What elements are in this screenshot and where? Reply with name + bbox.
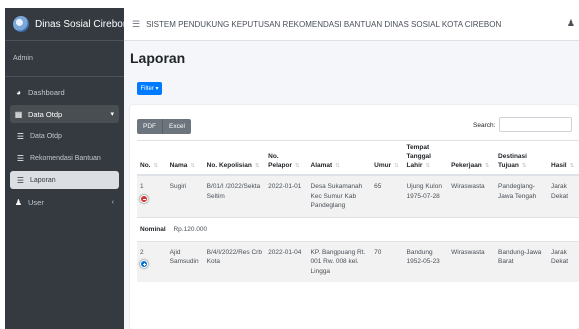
cell-pekerjaan: Wiraswasta [448, 174, 496, 218]
column-header-pekerjaan[interactable]: Pekerjaan ⇅ [448, 140, 496, 177]
cell-nama: Ajid Samsudin [166, 240, 204, 283]
sidebar: Dinas Sosial Cirebon Admin ◕ Dashboard ▦… [5, 8, 128, 329]
column-header-umur[interactable]: Umur ⇅ [371, 140, 404, 177]
cell-no: 2 [137, 240, 167, 283]
sort-icon: ⇅ [254, 162, 260, 169]
cell-umur: 70 [371, 240, 404, 283]
navbar-title: SISTEM PENDUKUNG KEPUTUSAN REKOMENDASI B… [146, 19, 502, 29]
sidebar-subitem-label: Rekomendasi Bantuan [30, 154, 101, 162]
table-header-row: No. ⇅ Nama ⇅ No. Kepolisian ⇅ No. Pelapor ⇅ … [137, 140, 579, 177]
cell-tujuan: Pandeglang-Jawa Tengah [495, 174, 549, 218]
sidebar-item-user[interactable]: ♟ User ‹ [10, 193, 119, 211]
top-strip [0, 0, 579, 8]
column-header-alamat[interactable]: Alamat ⇅ [307, 140, 372, 177]
sidebar-subitem-label: Data Otdp [30, 132, 62, 140]
page-title: Laporan [130, 50, 186, 66]
sidebar-submenu: ☰ Data Otdp ☰ Rekomendasi Bantuan ☰ Lapo… [10, 127, 119, 189]
sidebar-nav: ◕ Dashboard ▦ Data Otdp ▾ ☰ Data Otdp ☰ … [5, 77, 124, 221]
sidebar-item-data-otdp[interactable]: ▦ Data Otdp ▾ [10, 105, 119, 123]
export-button-group: PDF Excel [137, 119, 191, 134]
column-header-ttl[interactable]: Tempat Tanggal Lahir ⇅ [403, 140, 449, 177]
sort-icon: ⇅ [569, 162, 575, 169]
cell-tujuan: Bandung-Jawa Barat [495, 240, 549, 283]
search-label: Search: [473, 122, 496, 129]
column-header-no[interactable]: No. ⇅ [137, 140, 167, 177]
child-row: Nominal Rp.120.000 [137, 216, 579, 242]
top-navbar: ☰ SISTEM PENDUKUNG KEPUTUSAN REKOMENDASI… [124, 8, 579, 41]
chevron-down-icon: ▾ [110, 111, 114, 118]
column-header-tujuan[interactable]: Destinasi Tujuan ⇅ [495, 140, 549, 177]
cell-umur: 65 [371, 174, 404, 218]
brand-logo-icon [13, 16, 29, 32]
excel-button[interactable]: Excel [163, 119, 191, 134]
report-card: PDF Excel Search: No. ⇅ Nama ⇅ No. Kepolis… [130, 105, 579, 329]
sort-icon: ⇅ [294, 162, 300, 169]
user-panel[interactable]: Admin [5, 41, 124, 77]
cell-hasil: Jarak Dekat [548, 240, 579, 283]
sidebar-subitem-rekomendasi[interactable]: ☰ Rekomendasi Bantuan [10, 149, 119, 167]
table-row[interactable]: 2 Ajid Samsudin B/4/I/2022/Res Crb Kota … [137, 240, 579, 283]
child-row-label: Nominal [140, 225, 166, 233]
chevron-left-icon: ‹ [111, 198, 114, 206]
cell-pekerjaan: Wiraswasta [448, 240, 496, 283]
sort-icon: ⇅ [425, 162, 431, 169]
search-input[interactable] [499, 117, 572, 132]
pdf-button[interactable]: PDF [137, 119, 163, 134]
dashboard-icon: ◕ [16, 87, 21, 97]
main-content: Laporan Filter ▾ PDF Excel Search: No. ⇅ … [124, 41, 579, 329]
cell-hasil: Jarak Dekat [548, 174, 579, 218]
column-header-pelapor[interactable]: No. Pelapor ⇅ [265, 140, 308, 177]
user-name[interactable]: Admin [13, 55, 33, 62]
user-icon: ♟ [14, 197, 23, 207]
filter-button[interactable]: Filter ▾ [137, 82, 162, 95]
sidebar-item-label: Dashboard [28, 87, 65, 97]
sidebar-item-dashboard[interactable]: ◕ Dashboard [10, 83, 119, 101]
list-icon: ☰ [16, 175, 25, 185]
list-icon: ☰ [16, 131, 25, 141]
cell-ttl: Ujung Kulon 1975-07-28 [403, 174, 449, 218]
menu-toggle-icon[interactable]: ☰ [132, 19, 140, 30]
sort-icon: ⇅ [335, 162, 340, 169]
child-row-value: Rp.120.000 [173, 225, 208, 233]
collapse-row-icon[interactable] [140, 194, 148, 203]
cell-no: 1 [137, 174, 167, 218]
column-header-hasil[interactable]: Hasil ⇅ [548, 140, 579, 177]
column-header-nama[interactable]: Nama ⇅ [166, 140, 204, 177]
cell-pelapor: 2022-01-01 [265, 174, 308, 218]
expand-row-icon[interactable] [140, 260, 148, 269]
table-icon: ▦ [14, 109, 23, 119]
column-header-kepolisian[interactable]: No. Kepolisian ⇅ [203, 140, 266, 177]
child-row-details: Nominal Rp.120.000 [137, 216, 579, 242]
cell-alamat: KP. Bangpuang Rt. 001 Rw. 008 kel. Lingg… [307, 240, 372, 283]
cell-kepolisian: B/4/I/2022/Res Crb Kota [203, 240, 266, 283]
user-menu-icon[interactable]: ♟ [567, 18, 575, 29]
sidebar-subitem-laporan[interactable]: ☰ Laporan [10, 171, 119, 189]
cell-kepolisian: B/01/I /2022/Sekta Seltim [203, 174, 266, 218]
sort-icon: ⇅ [521, 162, 527, 169]
sort-icon: ⇅ [394, 162, 399, 169]
brand[interactable]: Dinas Sosial Cirebon [5, 8, 128, 41]
sidebar-subitem-data-otdp[interactable]: ☰ Data Otdp [10, 127, 119, 145]
sort-icon: ⇅ [484, 162, 490, 169]
sidebar-subitem-label: Laporan [30, 176, 56, 184]
report-table: No. ⇅ Nama ⇅ No. Kepolisian ⇅ No. Pelapor ⇅ … [137, 140, 579, 283]
brand-text: Dinas Sosial Cirebon [35, 18, 129, 30]
sort-icon: ⇅ [153, 162, 159, 169]
list-icon: ☰ [16, 153, 25, 163]
sidebar-item-label: Data Otdp [28, 109, 63, 119]
cell-pelapor: 2022-01-04 [265, 240, 308, 283]
cell-alamat: Desa Sukamanah Kec Sumur Kab Pandeglang [307, 174, 372, 218]
sort-icon: ⇅ [190, 162, 195, 169]
cell-nama: Sugiri [166, 174, 204, 218]
sidebar-item-label: User [28, 197, 44, 207]
cell-ttl: Bandung 1952-05-23 [403, 240, 449, 283]
table-row[interactable]: 1 Sugiri B/01/I /2022/Sekta Seltim 2022-… [137, 174, 579, 218]
